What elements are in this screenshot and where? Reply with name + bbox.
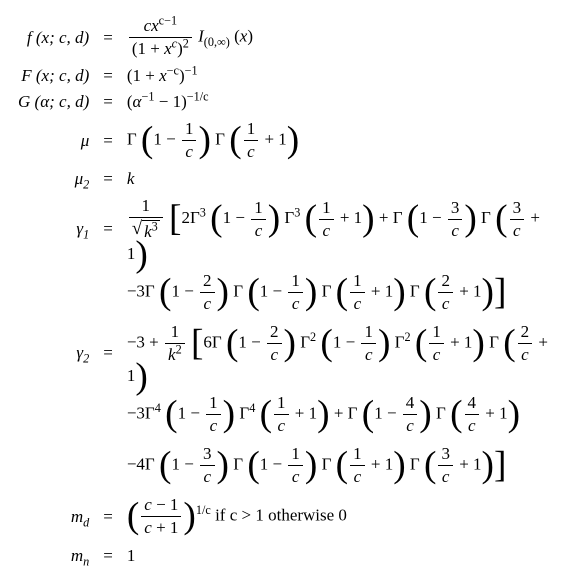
equation-row-ppf: G (α; c, d) = (α−1 − 1)−1/c <box>12 89 555 115</box>
rhs: cxc−1 (1 + xc)2 I(0,∞) (x) <box>121 12 555 63</box>
equation-row-mu2: μ2 = k <box>12 166 555 192</box>
equation-row-skew: γ1 = 1√k3 [2Γ3 (1 − 1c) Γ3 (1c + 1) + Γ … <box>12 192 555 266</box>
equation-row-mean: μ = Γ (1 − 1c) Γ (1c + 1) <box>12 115 555 166</box>
lhs: μ <box>12 115 95 166</box>
lhs: f (x; c, d) <box>12 12 95 63</box>
equation-row-kurt: γ2 = −3 + 1k2 [6Γ (1 − 2c) Γ2 (1 − 1c) Γ… <box>12 318 555 389</box>
lhs: G (α; c, d) <box>12 89 95 115</box>
equation-row-kurt-cont2: .. −4Γ (1 − 3c) Γ (1 − 1c) Γ (1c + 1) Γ … <box>12 440 555 491</box>
equation-row-cdf: F (x; c, d) = (1 + x−c)−1 <box>12 63 555 89</box>
equals: = <box>95 12 121 63</box>
equation-row-kurt-cont1: .. −3Γ4 (1 − 1c) Γ4 (1c + 1) + Γ (1 − 4c… <box>12 389 555 440</box>
equation-row-skew-cont: .. −3Γ (1 − 2c) Γ (1 − 1c) Γ (1c + 1) Γ … <box>12 267 555 318</box>
lhs: F (x; c, d) <box>12 63 95 89</box>
equation-table: f (x; c, d) = cxc−1 (1 + xc)2 I(0,∞) (x)… <box>12 12 555 569</box>
equation-row-mode: md = (c − 1c + 1)1/c if c > 1 otherwise … <box>12 491 555 542</box>
equation-row-median: mn = 1 <box>12 543 555 569</box>
equation-row-pdf: f (x; c, d) = cxc−1 (1 + xc)2 I(0,∞) (x) <box>12 12 555 63</box>
